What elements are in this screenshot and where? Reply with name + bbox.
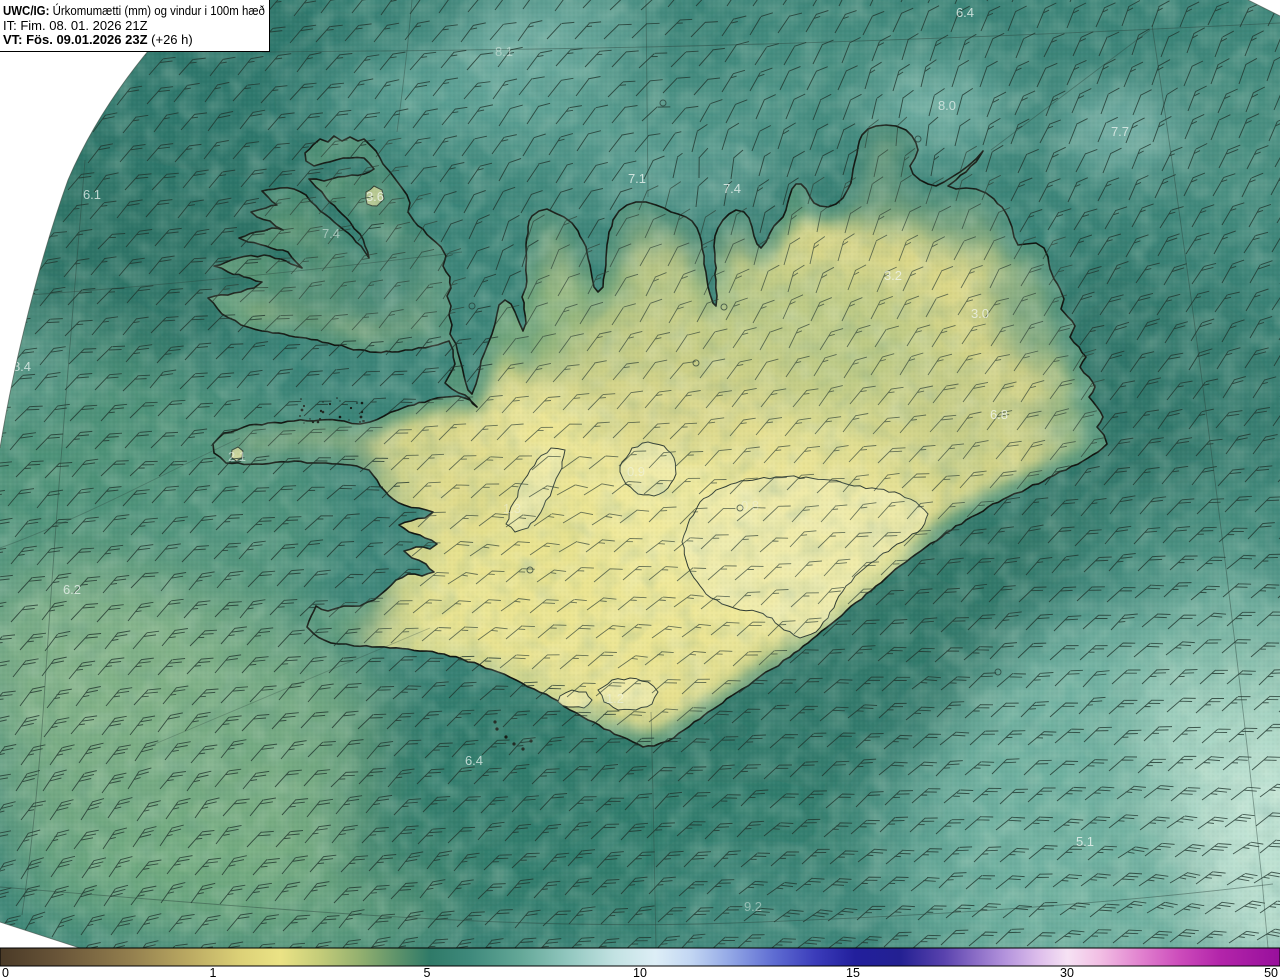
- svg-text:7.7: 7.7: [1111, 124, 1129, 139]
- svg-text:6.4: 6.4: [465, 753, 483, 768]
- svg-text:6.2: 6.2: [63, 582, 81, 597]
- svg-text:6.1: 6.1: [83, 187, 101, 202]
- svg-text:5.1: 5.1: [1076, 834, 1094, 849]
- svg-text:7.4: 7.4: [322, 226, 340, 241]
- svg-text:0.8: 0.8: [741, 498, 759, 513]
- svg-text:0: 0: [2, 966, 9, 978]
- svg-text:10: 10: [633, 966, 647, 978]
- svg-text:5: 5: [424, 966, 431, 978]
- svg-text:8.0: 8.0: [938, 98, 956, 113]
- svg-text:3.6: 3.6: [366, 189, 384, 204]
- svg-text:1: 1: [210, 966, 217, 978]
- svg-text:3.2: 3.2: [884, 268, 902, 283]
- svg-text:9.2: 9.2: [744, 899, 762, 914]
- svg-text:0.9: 0.9: [627, 464, 645, 479]
- svg-text:1.3: 1.3: [503, 501, 521, 516]
- svg-text:2.1: 2.1: [228, 449, 246, 464]
- svg-text:1.2: 1.2: [606, 691, 624, 706]
- svg-text:3.0: 3.0: [971, 306, 989, 321]
- svg-text:6.4: 6.4: [956, 5, 974, 20]
- svg-text:30: 30: [1060, 966, 1074, 978]
- svg-text:15: 15: [846, 966, 860, 978]
- svg-text:7.1: 7.1: [628, 171, 646, 186]
- svg-text:7.4: 7.4: [723, 181, 741, 196]
- svg-text:6.8: 6.8: [990, 407, 1008, 422]
- svg-text:8.1: 8.1: [495, 44, 513, 59]
- svg-text:50: 50: [1264, 966, 1278, 978]
